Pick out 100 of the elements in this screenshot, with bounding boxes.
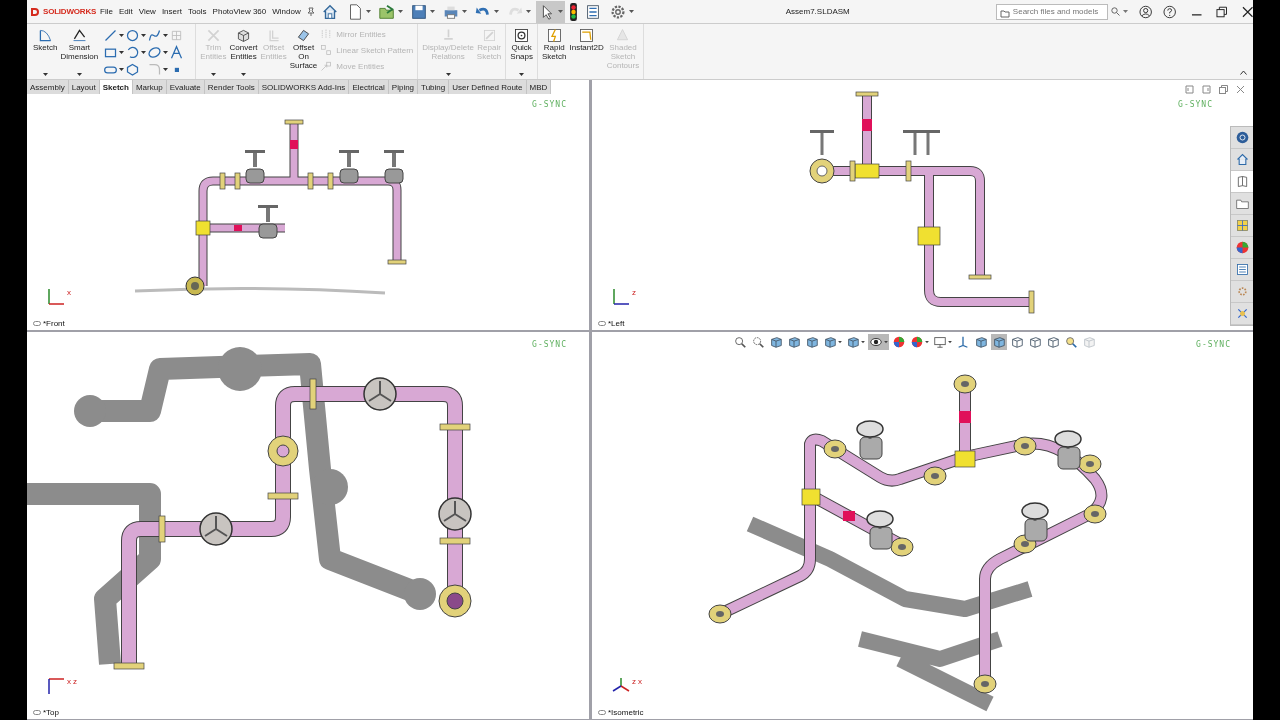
graphics-viewport[interactable]: G-SYNC x z *Top: [27, 332, 589, 719]
view-toolbar-button[interactable]: [868, 334, 889, 350]
eye-icon: [869, 335, 883, 349]
caret-icon: [884, 340, 888, 344]
task-pane-tab[interactable]: [1231, 127, 1253, 149]
menu-item[interactable]: Tools: [187, 7, 207, 16]
caret-icon[interactable]: [141, 50, 147, 55]
line-icon[interactable]: [103, 28, 119, 43]
logo-text: SOLIDWORKS: [43, 7, 97, 16]
toolbar-button[interactable]: [567, 0, 579, 23]
link-icon: [598, 710, 606, 715]
caret-icon[interactable]: [76, 73, 82, 77]
axis-triad-icon: [612, 677, 630, 695]
color-ball-icon: [1234, 240, 1250, 255]
caret-icon: [493, 9, 499, 14]
menu-item[interactable]: PhotoView 360: [212, 7, 267, 16]
menu-item[interactable]: File: [100, 7, 113, 16]
caret-icon: [838, 340, 842, 344]
command-button[interactable]: Quick Snaps: [510, 27, 533, 78]
pin-icon[interactable]: [306, 7, 315, 16]
overlay-indicator: G-SYNC: [1196, 340, 1231, 349]
caret-icon[interactable]: [119, 50, 125, 55]
menu-item[interactable]: Window: [272, 7, 301, 16]
arc-icon[interactable]: [125, 45, 141, 60]
task-pane-tab[interactable]: [1231, 193, 1253, 215]
user-icon[interactable]: [1138, 4, 1153, 19]
help-icon[interactable]: [1163, 4, 1177, 19]
axis-triad-icon: [47, 677, 65, 695]
menu-item[interactable]: View: [138, 7, 156, 16]
caret-icon[interactable]: [42, 73, 48, 77]
search-field[interactable]: Search files and models: [995, 3, 1108, 20]
menu-item[interactable]: Edit: [118, 7, 133, 16]
axis-label: z: [632, 288, 636, 297]
axis-label: x: [67, 288, 71, 297]
axis-label: z: [73, 677, 77, 686]
graphics-viewport[interactable]: Assembly Layout Sketch Markup Evaluate Render Tools SOLIDWORKS Add-Ins Electrical Piping Tubing User Defined Route MBD G-SYNC x *Front: [27, 80, 589, 330]
caret-icon: [557, 9, 563, 14]
globe-icon: [1234, 130, 1250, 145]
ribbon-tab[interactable]: Sketch: [99, 80, 133, 94]
traffic-light-icon: [569, 2, 577, 21]
caret-icon[interactable]: [163, 33, 169, 38]
document-title: Assem7.SLDASM: [785, 7, 851, 16]
task-pane-tab[interactable]: [1231, 149, 1253, 171]
menu-item[interactable]: Insert: [161, 7, 182, 16]
command-button[interactable]: Sketch: [33, 27, 58, 78]
command-button[interactable]: Convert Entities: [229, 27, 258, 78]
task-pane-tab[interactable]: [1231, 215, 1253, 237]
tool-icon: [320, 28, 333, 40]
polygon-icon[interactable]: [125, 62, 141, 77]
wireframe-icon: [1046, 335, 1060, 349]
command-button[interactable]: Smart Dimension: [60, 27, 99, 78]
command-button[interactable]: Rapid Sketch: [542, 27, 567, 78]
caret-icon: [365, 9, 371, 14]
restore-icon[interactable]: [1216, 5, 1228, 18]
axis-label: z: [632, 677, 636, 686]
circle-icon[interactable]: [125, 28, 141, 43]
cube-icon: [235, 27, 252, 44]
ribbon-tab[interactable]: Assembly: [27, 80, 69, 94]
graphics-viewport[interactable]: G-SYNC z x *Isometric: [592, 332, 1253, 719]
monitor-icon: [933, 335, 947, 349]
axis-triad-icon: [612, 288, 630, 306]
view-name: *Isometric: [608, 708, 644, 717]
axis-label: x: [638, 677, 642, 686]
view-name: *Left: [608, 319, 625, 328]
spline-icon[interactable]: [147, 28, 163, 43]
shaded-edges-icon: [974, 335, 988, 349]
caret-icon[interactable]: [119, 67, 125, 72]
task-pane-tab[interactable]: [1231, 237, 1253, 259]
task-pane-tab[interactable]: [1231, 303, 1253, 325]
logo-icon: [30, 6, 42, 17]
palette-icon: [1234, 218, 1250, 233]
graphics-viewport[interactable]: G-SYNC z *Left: [592, 80, 1253, 330]
ribbon-tab[interactable]: Tubing: [418, 80, 450, 94]
appearance-icon: [892, 335, 906, 349]
caret-icon: [429, 9, 435, 14]
collapse-caret-icon[interactable]: [1240, 70, 1247, 75]
ellipse-icon[interactable]: [147, 45, 163, 60]
close-icon[interactable]: [1241, 5, 1253, 18]
letter-icon[interactable]: [169, 45, 185, 60]
dimension-box-icon: [578, 27, 596, 44]
caret-icon[interactable]: [519, 73, 525, 77]
caret-icon[interactable]: [163, 50, 169, 55]
tool-icon: [320, 60, 333, 72]
overlay-indicator: G-SYNC: [1178, 100, 1213, 109]
caret-icon: [948, 340, 952, 344]
caret-icon[interactable]: [119, 33, 125, 38]
caret-icon[interactable]: [241, 73, 246, 77]
search-icon[interactable]: [1110, 7, 1120, 16]
cube-icon: [1082, 335, 1096, 349]
ribbon-tab[interactable]: User Defined Route: [449, 80, 527, 94]
caret-icon[interactable]: [141, 33, 147, 38]
caret-icon[interactable]: [163, 67, 169, 72]
overlay-indicator: G-SYNC: [532, 100, 567, 109]
axis-triad-icon: [47, 288, 65, 306]
caret-icon: [461, 9, 467, 14]
command-button[interactable]: Offset On Surface: [289, 27, 318, 78]
task-pane-tab[interactable]: [1231, 259, 1253, 281]
command-button[interactable]: Instant2D: [569, 27, 604, 78]
tool-icon: [320, 44, 333, 56]
caret-icon: [861, 340, 865, 344]
